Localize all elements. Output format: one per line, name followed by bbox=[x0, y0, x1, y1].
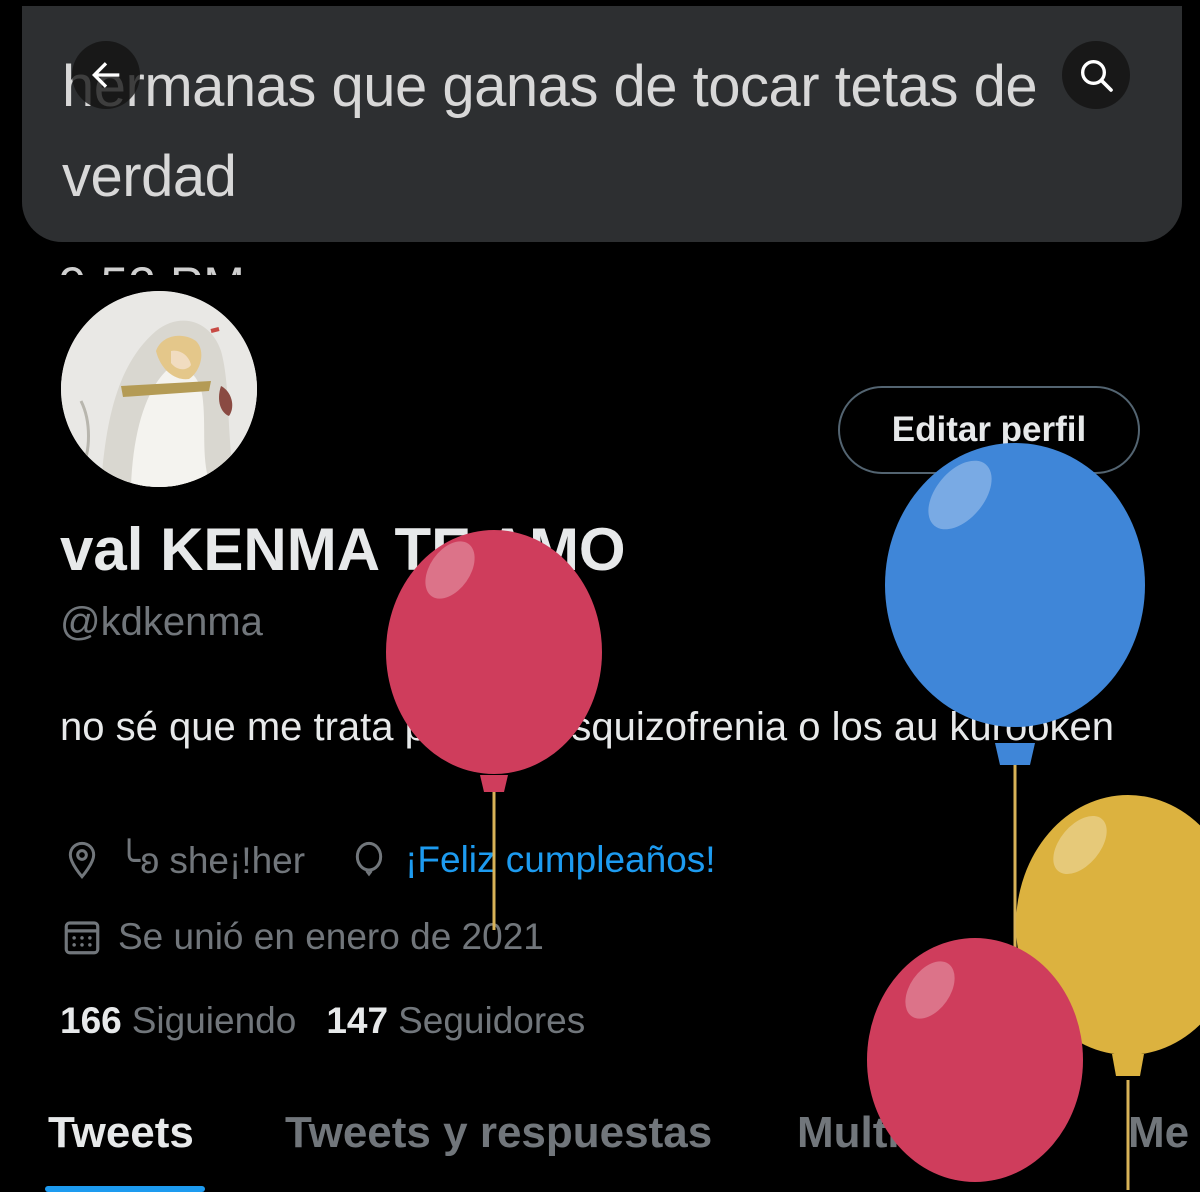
birthday-link[interactable]: ¡Feliz cumpleaños! bbox=[405, 839, 716, 881]
tab-media[interactable]: Multimedia bbox=[797, 1108, 1027, 1158]
following-label: Siguiendo bbox=[131, 1000, 297, 1041]
banner-timestamp: ·9:52 PM bbox=[42, 256, 245, 275]
display-name: val KENMA TE AMO bbox=[60, 516, 626, 583]
following-link[interactable]: 166 Siguiendo bbox=[60, 1000, 296, 1042]
followers-label: Seguidores bbox=[398, 1000, 586, 1041]
avatar[interactable] bbox=[57, 287, 261, 491]
active-tab-indicator bbox=[45, 1186, 205, 1192]
join-date-text: Se unió en enero de 2021 bbox=[118, 916, 544, 957]
following-count: 166 bbox=[60, 1000, 122, 1041]
edit-profile-button[interactable]: Editar perfil bbox=[838, 386, 1140, 474]
calendar-icon bbox=[60, 915, 104, 959]
followers-count: 147 bbox=[326, 1000, 389, 1041]
avatar-illustration bbox=[61, 291, 257, 487]
tab-likes[interactable]: Me bbox=[1128, 1108, 1189, 1158]
search-button[interactable] bbox=[1062, 41, 1130, 109]
search-icon bbox=[1081, 60, 1113, 92]
location-text: ╰ʚ she¡!her bbox=[118, 839, 306, 881]
tab-tweets-replies[interactable]: Tweets y respuestas bbox=[285, 1108, 712, 1158]
balloon-icon bbox=[347, 838, 391, 882]
profile-meta-row: ╰ʚ she¡!her ¡Feliz cumpleaños! bbox=[60, 838, 716, 882]
join-date-row: Se unió en enero de 2021 bbox=[60, 915, 544, 959]
tab-tweets[interactable]: Tweets bbox=[48, 1108, 194, 1158]
back-button[interactable] bbox=[72, 41, 140, 109]
profile-tabs: Tweets Tweets y respuestas Multimedia Me bbox=[0, 1108, 1200, 1192]
location-pin-icon bbox=[60, 838, 104, 882]
profile-banner: hermanas que ganas de tocar tetas de ver… bbox=[0, 0, 1200, 275]
bio-text: no sé que me trata peor: la esquizofreni… bbox=[60, 705, 1114, 749]
followers-link[interactable]: 147 Seguidores bbox=[326, 1000, 585, 1042]
banner-text: hermanas que ganas de tocar tetas de ver… bbox=[62, 54, 1038, 209]
arrow-left-icon bbox=[92, 62, 120, 88]
follow-stats: 166 Siguiendo 147 Seguidores bbox=[60, 1000, 615, 1042]
username-handle: @kdkenma bbox=[60, 600, 263, 644]
